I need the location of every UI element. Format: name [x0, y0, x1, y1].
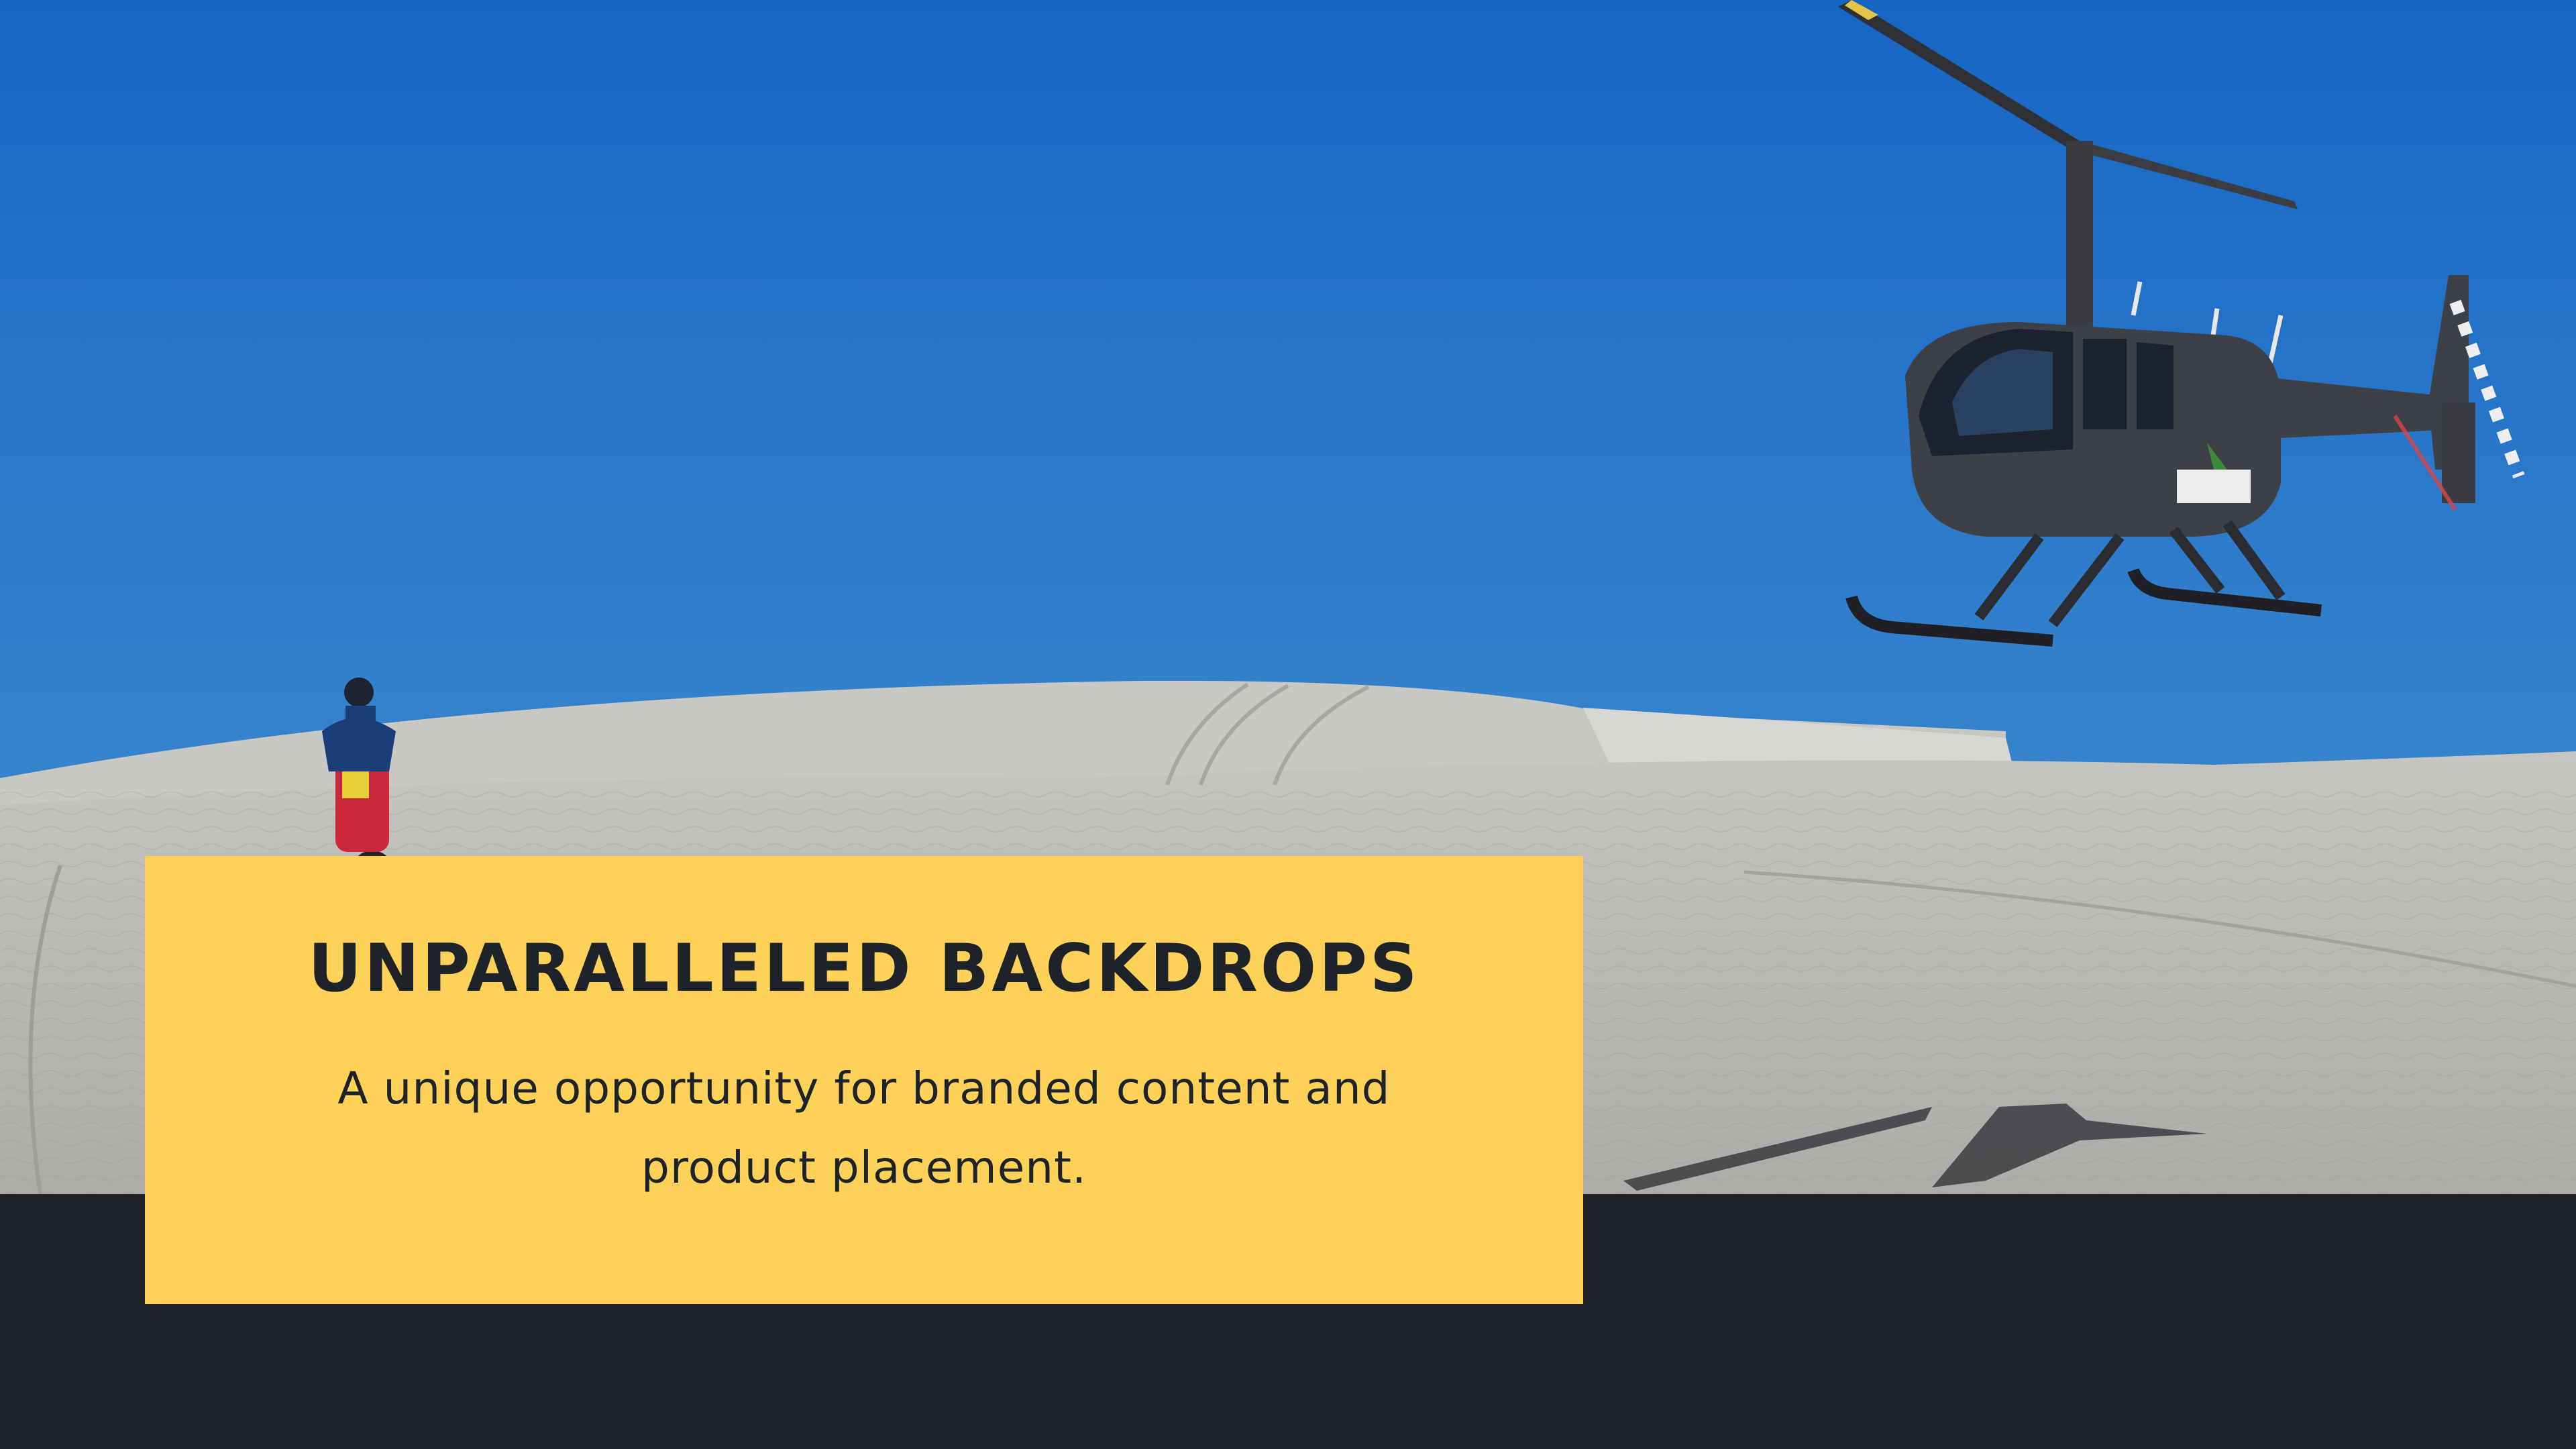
info-card: UNPARALLELED BACKDROPS A unique opportun… — [145, 856, 1583, 1304]
card-title: UNPARALLELED BACKDROPS — [308, 930, 1420, 1007]
card-description: A unique opportunity for branded content… — [337, 1062, 1391, 1194]
